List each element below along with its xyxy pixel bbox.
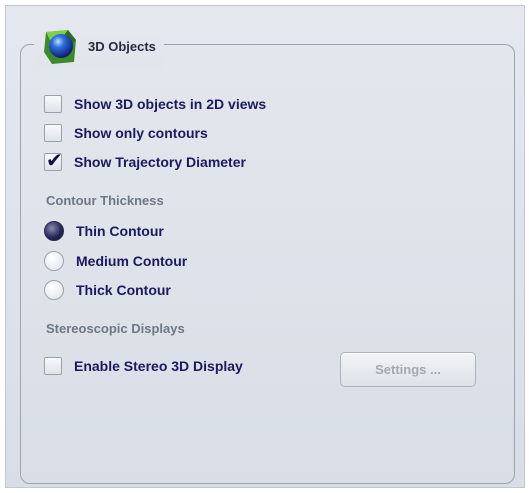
contour-thickness-heading: Contour Thickness <box>46 193 164 208</box>
thin-contour-label: Thin Contour <box>76 223 164 239</box>
groupbox-title: 3D Objects <box>88 38 156 54</box>
show-trajectory-diameter-checkbox[interactable]: ✔ <box>44 150 63 172</box>
show-3d-in-2d-option[interactable]: Show 3D objects in 2D views <box>44 92 266 116</box>
show-trajectory-diameter-option[interactable]: ✔ Show Trajectory Diameter <box>44 150 246 174</box>
medium-contour-option[interactable]: Medium Contour <box>44 249 187 273</box>
show-3d-in-2d-label: Show 3D objects in 2D views <box>74 96 267 112</box>
blue-sphere-icon <box>44 30 76 64</box>
settings-panel: 3D Objects Show 3D objects in 2D views S… <box>5 5 525 488</box>
show-only-contours-checkbox[interactable] <box>44 124 62 142</box>
enable-stereo-checkbox[interactable] <box>44 357 62 375</box>
checkmark-icon: ✔ <box>46 150 63 172</box>
thick-contour-label: Thick Contour <box>76 282 171 298</box>
medium-contour-radio[interactable] <box>44 251 64 271</box>
show-trajectory-diameter-label: Show Trajectory Diameter <box>74 154 246 170</box>
thick-contour-option[interactable]: Thick Contour <box>44 278 171 302</box>
thin-contour-option[interactable]: Thin Contour <box>44 219 164 243</box>
show-3d-in-2d-checkbox[interactable] <box>44 95 62 113</box>
enable-stereo-label: Enable Stereo 3D Display <box>74 358 243 374</box>
show-only-contours-option[interactable]: Show only contours <box>44 121 208 145</box>
stereoscopic-displays-heading: Stereoscopic Displays <box>46 321 185 336</box>
enable-stereo-option[interactable]: Enable Stereo 3D Display <box>44 354 243 378</box>
stereo-settings-button[interactable]: Settings ... <box>340 352 476 387</box>
thick-contour-radio[interactable] <box>44 280 64 300</box>
show-only-contours-label: Show only contours <box>74 125 208 141</box>
thin-contour-radio[interactable] <box>44 221 64 241</box>
medium-contour-label: Medium Contour <box>76 253 188 269</box>
groupbox-legend: 3D Objects <box>34 22 164 70</box>
